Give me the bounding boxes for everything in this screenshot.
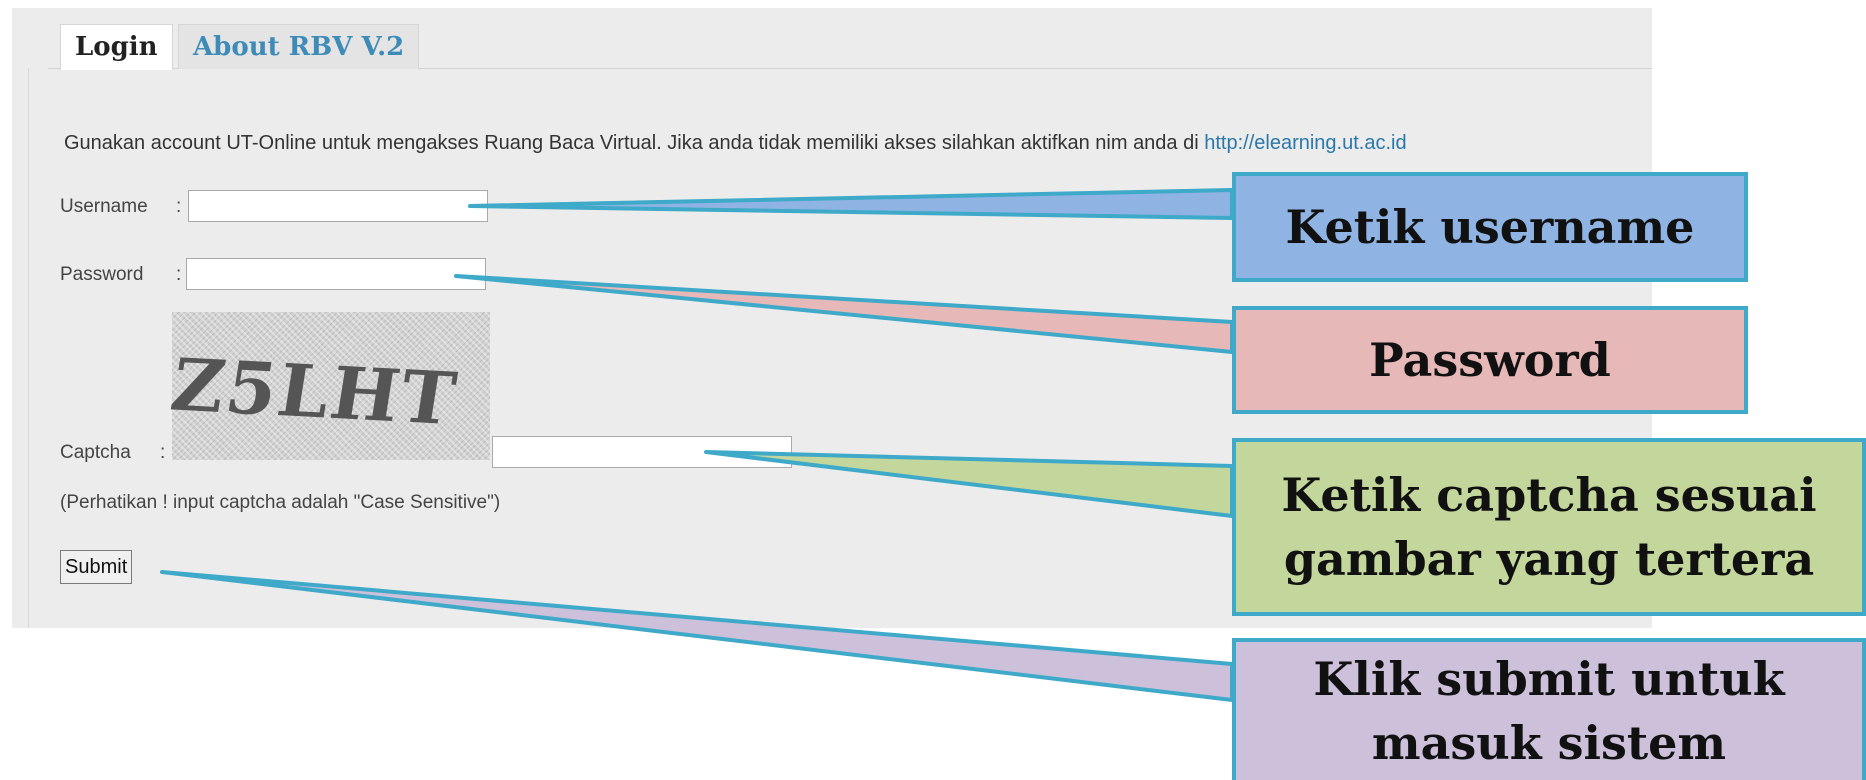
callout-pointer-captcha — [704, 450, 1234, 518]
callout-pointer-username — [468, 188, 1234, 220]
callout-pointer-password — [454, 274, 1234, 354]
callout-pointer-submit — [160, 570, 1234, 702]
callout-submit: Klik submit untuk masuk sistem — [1232, 638, 1866, 780]
callout-username: Ketik username — [1232, 172, 1748, 282]
callout-password: Password — [1232, 306, 1748, 414]
callout-captcha: Ketik captcha sesuai gambar yang tertera — [1232, 438, 1866, 616]
